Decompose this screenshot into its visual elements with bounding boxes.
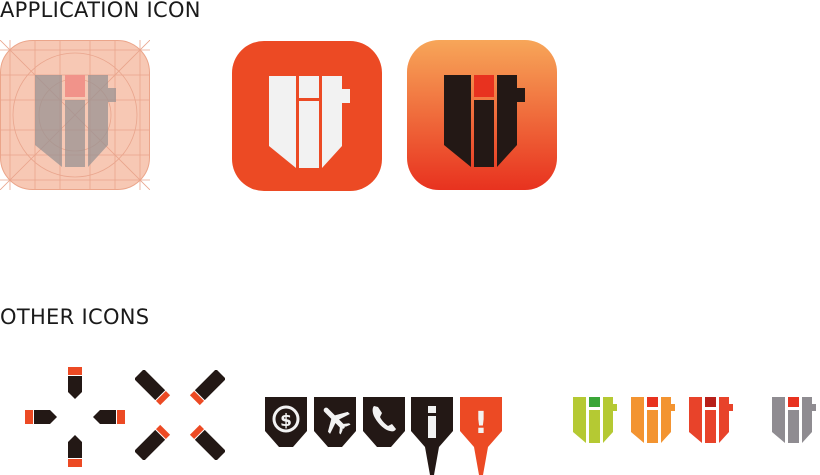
grid-template-icon xyxy=(0,40,150,190)
application-icon-heading: APPLICATION ICON xyxy=(0,0,201,22)
alert-glyph: ! xyxy=(474,406,488,441)
orange-logo-icon xyxy=(689,397,737,445)
grey-logo-icon xyxy=(772,397,820,445)
alert-pin-icon: ! xyxy=(460,397,504,475)
info-pin-icon xyxy=(411,397,455,475)
plane-badge-icon xyxy=(314,397,358,447)
resize-x-icon xyxy=(135,370,225,460)
move-cross-icon xyxy=(25,367,125,467)
green-logo-icon xyxy=(573,397,621,445)
dollar-glyph: $ xyxy=(280,411,292,431)
amber-logo-icon xyxy=(631,397,679,445)
dollar-badge-icon: $ xyxy=(265,397,309,447)
gradient-app-icon xyxy=(407,40,557,190)
phone-badge-icon xyxy=(363,397,407,447)
orange-app-icon xyxy=(232,41,382,191)
other-icons-heading: OTHER ICONS xyxy=(0,305,150,329)
